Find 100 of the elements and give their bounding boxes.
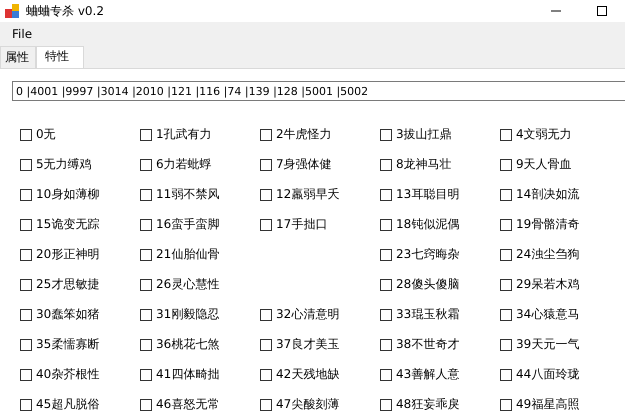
checkbox-label: 16蛮手蛮脚 <box>156 216 220 233</box>
checkbox[interactable] <box>260 308 272 320</box>
checkbox-label: 8龙神马壮 <box>396 156 452 173</box>
checkbox-label: 26灵心慧性 <box>156 276 220 293</box>
checkbox[interactable] <box>500 248 512 260</box>
checkbox[interactable] <box>20 188 32 200</box>
checkbox[interactable] <box>500 218 512 230</box>
checkbox[interactable] <box>500 368 512 380</box>
checkbox-label: 3拔山扛鼎 <box>396 126 452 143</box>
checkbox[interactable] <box>380 158 392 170</box>
checkbox-label: 30蠢笨如猪 <box>36 306 100 323</box>
checkbox-label: 21仙胎仙骨 <box>156 246 220 263</box>
checkbox[interactable] <box>500 278 512 290</box>
checkbox[interactable] <box>500 188 512 200</box>
checkbox[interactable] <box>140 368 152 380</box>
checkbox-label: 23七窍晦杂 <box>396 246 460 263</box>
checkbox-label: 38不世奇才 <box>396 336 460 353</box>
checkbox[interactable] <box>20 158 32 170</box>
checkbox-label: 35柔懦寡断 <box>36 336 100 353</box>
checkbox[interactable] <box>260 398 272 410</box>
checkbox[interactable] <box>140 158 152 170</box>
checkbox[interactable] <box>20 248 32 260</box>
checkbox-label: 13耳聪目明 <box>396 186 460 203</box>
checkbox[interactable] <box>380 128 392 140</box>
checkbox[interactable] <box>140 218 152 230</box>
checkbox-label: 4文弱无力 <box>516 126 572 143</box>
checkbox-label: 47尖酸刻薄 <box>276 396 340 413</box>
checkbox-label: 33琨玉秋霜 <box>396 306 460 323</box>
checkbox[interactable] <box>380 248 392 260</box>
checkbox-label: 2牛虎怪力 <box>276 126 332 143</box>
checkbox[interactable] <box>260 188 272 200</box>
tab[interactable]: 特性 <box>36 46 84 68</box>
checkbox-label: 0无 <box>36 126 56 143</box>
checkbox[interactable] <box>260 158 272 170</box>
checkbox[interactable] <box>20 278 32 290</box>
checkbox[interactable] <box>260 368 272 380</box>
checkbox-label: 15诡变无踪 <box>36 216 100 233</box>
checkbox[interactable] <box>20 338 32 350</box>
checkbox[interactable] <box>500 128 512 140</box>
checkbox[interactable] <box>140 248 152 260</box>
checkbox-label: 37良才美玉 <box>276 336 340 353</box>
checkbox-label: 6力若蚍蜉 <box>156 156 212 173</box>
checkbox-label: 48狂妄乖戾 <box>396 396 460 413</box>
checkbox-label: 12羸弱早夭 <box>276 186 340 203</box>
maximize-icon <box>597 6 607 16</box>
checkbox-label: 17手拙口 <box>276 216 328 233</box>
checkbox[interactable] <box>20 398 32 410</box>
checkbox-label: 43善解人意 <box>396 366 460 383</box>
checkbox[interactable] <box>260 338 272 350</box>
checkbox[interactable] <box>260 128 272 140</box>
checkbox[interactable] <box>380 308 392 320</box>
checkbox[interactable] <box>500 398 512 410</box>
app-icon <box>4 3 20 19</box>
checkbox-label: 32心清意明 <box>276 306 340 323</box>
checkbox-label: 7身强体健 <box>276 156 332 173</box>
checkbox-label: 41四体畸拙 <box>156 366 220 383</box>
checkbox[interactable] <box>140 398 152 410</box>
checkbox[interactable] <box>20 218 32 230</box>
checkbox-label: 46喜怒无常 <box>156 396 220 413</box>
checkbox[interactable] <box>500 308 512 320</box>
checkbox-label: 11弱不禁风 <box>156 186 220 203</box>
checkbox[interactable] <box>20 128 32 140</box>
checkbox[interactable] <box>500 158 512 170</box>
checkbox[interactable] <box>380 278 392 290</box>
checkbox[interactable] <box>140 188 152 200</box>
checkbox-label: 20形正神明 <box>36 246 100 263</box>
checkbox[interactable] <box>380 368 392 380</box>
checkbox-label: 40杂芥根性 <box>36 366 100 383</box>
checkbox-label: 24浊尘刍狗 <box>516 246 580 263</box>
checkbox-label: 49福星高照 <box>516 396 580 413</box>
checkbox[interactable] <box>140 338 152 350</box>
checkbox-label: 45超凡脱俗 <box>36 396 100 413</box>
checkbox[interactable] <box>380 188 392 200</box>
checkbox-label: 10身如薄柳 <box>36 186 100 203</box>
checkbox[interactable] <box>260 218 272 230</box>
checkbox-label: 36桃花七煞 <box>156 336 220 353</box>
checkbox-label: 25才思敏捷 <box>36 276 100 293</box>
checkbox-label: 28傻头傻脑 <box>396 276 460 293</box>
code-field[interactable]: 0 |4001 |9997 |3014 |2010 |121 |116 |74 |139 |128 |5001 |5002 <box>12 81 625 101</box>
tab[interactable]: 属性 <box>0 46 36 68</box>
checkbox[interactable] <box>140 308 152 320</box>
checkbox-label: 39天元一气 <box>516 336 580 353</box>
checkbox-label: 19骨骼清奇 <box>516 216 580 233</box>
checkbox[interactable] <box>20 368 32 380</box>
checkbox-label: 9天人骨血 <box>516 156 572 173</box>
checkbox[interactable] <box>20 308 32 320</box>
window-title: 蛐蛐专杀 v0.2 <box>26 2 105 20</box>
checkbox[interactable] <box>500 338 512 350</box>
menu-item[interactable]: File <box>6 25 38 43</box>
checkbox[interactable] <box>380 338 392 350</box>
checkbox-label: 18钝似泥偶 <box>396 216 460 233</box>
checkbox[interactable] <box>140 278 152 290</box>
checkbox-label: 44八面玲珑 <box>516 366 580 383</box>
checkbox[interactable] <box>380 398 392 410</box>
checkbox-label: 1孔武有力 <box>156 126 212 143</box>
checkbox-label: 29呆若木鸡 <box>516 276 580 293</box>
checkbox[interactable] <box>140 128 152 140</box>
checkbox[interactable] <box>380 218 392 230</box>
checkbox-label: 34心猿意马 <box>516 306 580 323</box>
checkbox-label: 14剖决如流 <box>516 186 580 203</box>
